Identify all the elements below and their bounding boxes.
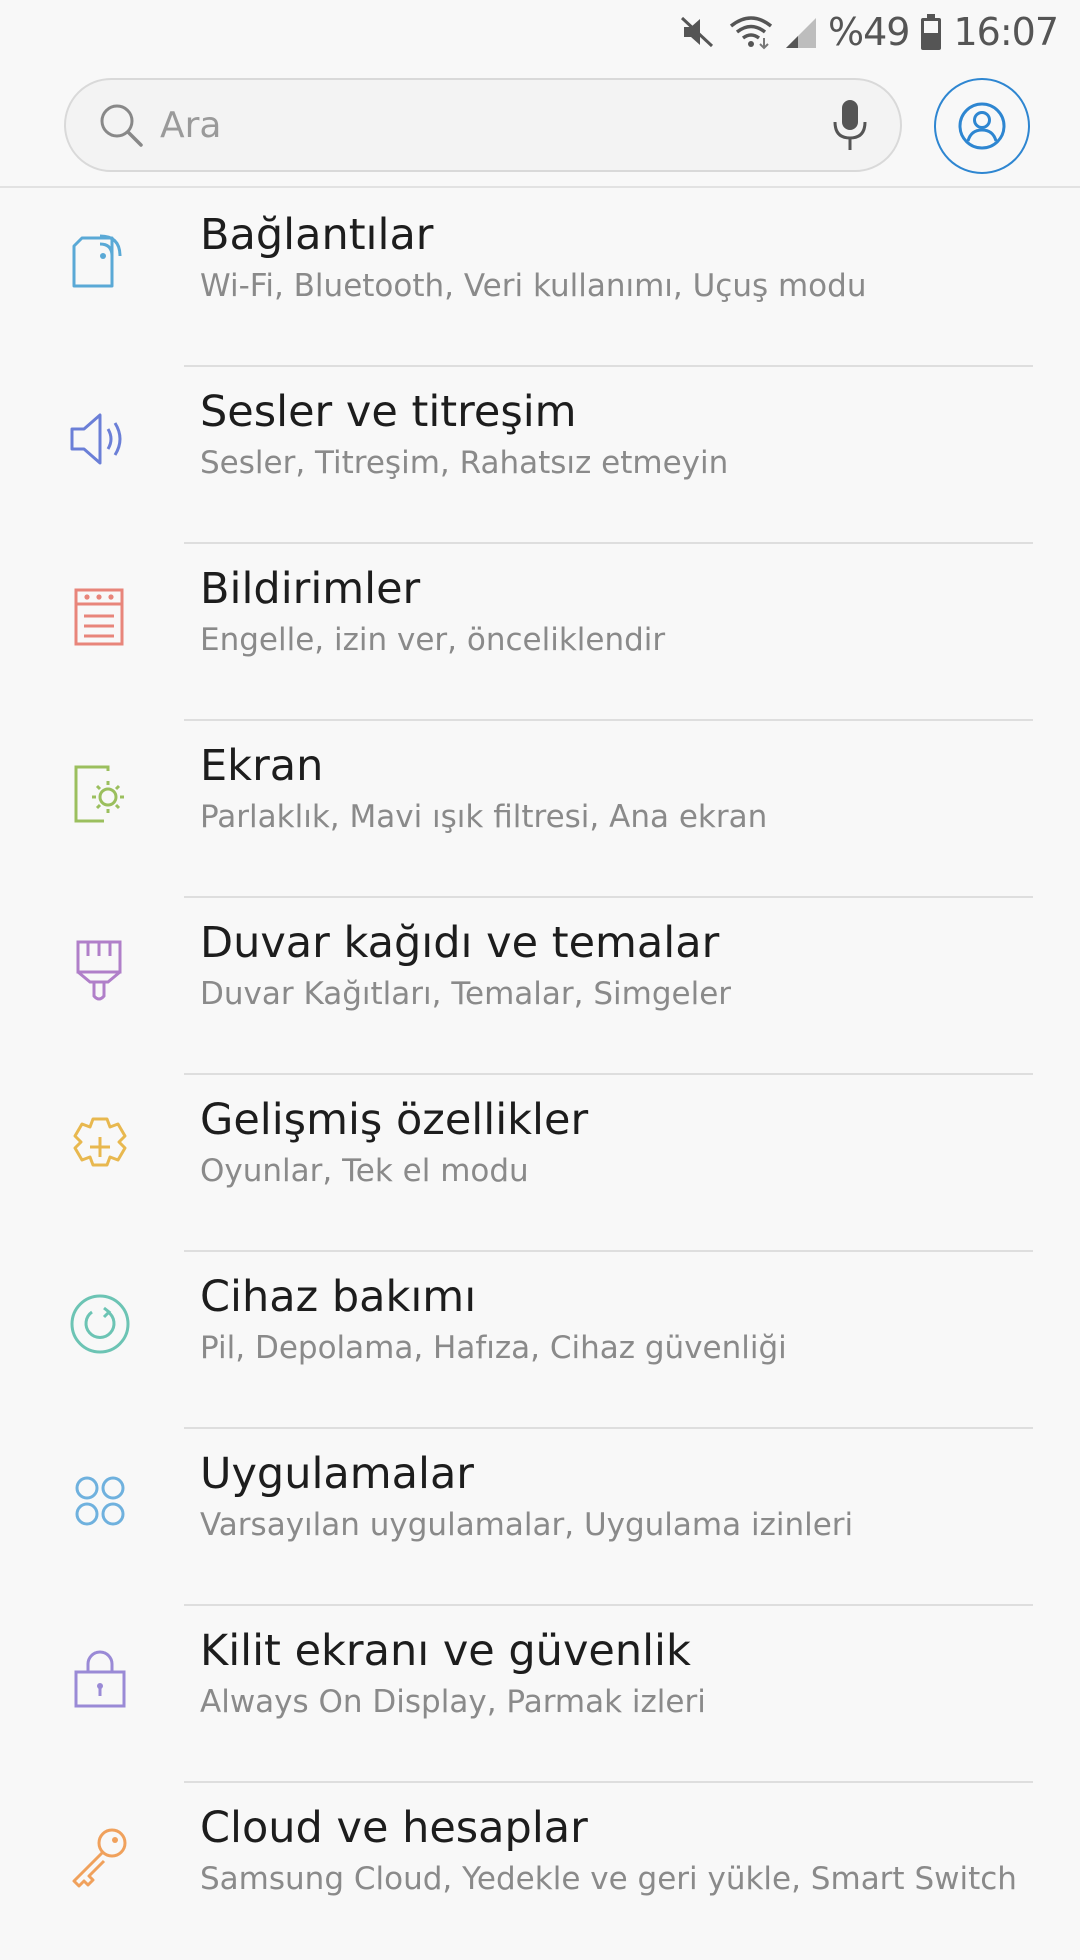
item-title: Bağlantılar bbox=[200, 210, 434, 260]
item-title: Cihaz bakımı bbox=[200, 1272, 477, 1322]
item-subtitle: Samsung Cloud, Yedekle ve geri yükle, Sm… bbox=[200, 1861, 1017, 1897]
settings-item-wallpapers[interactable]: Duvar kağıdı ve temalar Duvar Kağıtları,… bbox=[0, 898, 1080, 1075]
lock-icon bbox=[60, 1638, 140, 1718]
battery-percentage: %49 bbox=[828, 10, 910, 54]
display-brightness-icon bbox=[60, 753, 140, 833]
settings-item-cloud-accounts[interactable]: Cloud ve hesaplar Samsung Cloud, Yedekle… bbox=[0, 1783, 1080, 1960]
speaker-icon bbox=[60, 399, 140, 479]
item-title: Ekran bbox=[200, 741, 324, 791]
status-bar: %49 16:07 bbox=[0, 0, 1080, 64]
gear-plus-icon bbox=[60, 1107, 140, 1187]
signal-icon bbox=[784, 12, 818, 52]
item-title: Cloud ve hesaplar bbox=[200, 1803, 588, 1853]
battery-icon bbox=[919, 12, 943, 52]
settings-item-sounds[interactable]: Sesler ve titreşim Sesler, Titreşim, Rah… bbox=[0, 367, 1080, 544]
item-subtitle: Engelle, izin ver, önceliklendir bbox=[200, 622, 666, 658]
account-icon bbox=[957, 101, 1007, 151]
connections-icon bbox=[60, 222, 140, 302]
mute-icon bbox=[678, 12, 718, 52]
item-subtitle: Parlaklık, Mavi ışık filtresi, Ana ekran bbox=[200, 799, 768, 835]
item-title: Gelişmiş özellikler bbox=[200, 1095, 589, 1145]
item-title: Duvar kağıdı ve temalar bbox=[200, 918, 720, 968]
search-icon bbox=[98, 102, 144, 148]
item-subtitle: Duvar Kağıtları, Temalar, Simgeler bbox=[200, 976, 732, 1012]
settings-item-lock-screen[interactable]: Kilit ekranı ve güvenlik Always On Displ… bbox=[0, 1606, 1080, 1783]
settings-item-notifications[interactable]: Bildirimler Engelle, izin ver, öncelikle… bbox=[0, 544, 1080, 721]
clock: 16:07 bbox=[953, 10, 1059, 54]
search-bar-row: Ara bbox=[0, 64, 1080, 188]
paintbrush-icon bbox=[60, 930, 140, 1010]
key-icon bbox=[60, 1815, 140, 1895]
item-title: Sesler ve titreşim bbox=[200, 387, 577, 437]
item-title: Uygulamalar bbox=[200, 1449, 474, 1499]
item-subtitle: Wi-Fi, Bluetooth, Veri kullanımı, Uçuş m… bbox=[200, 268, 867, 304]
account-button[interactable] bbox=[934, 78, 1030, 174]
search-placeholder: Ara bbox=[160, 104, 222, 146]
notifications-icon bbox=[60, 576, 140, 656]
microphone-icon[interactable] bbox=[830, 98, 870, 152]
item-title: Kilit ekranı ve güvenlik bbox=[200, 1626, 691, 1676]
item-subtitle: Oyunlar, Tek el modu bbox=[200, 1153, 529, 1189]
settings-item-connections[interactable]: Bağlantılar Wi-Fi, Bluetooth, Veri kulla… bbox=[0, 190, 1080, 367]
item-subtitle: Varsayılan uygulamalar, Uygulama izinler… bbox=[200, 1507, 854, 1543]
search-input[interactable]: Ara bbox=[64, 78, 902, 172]
item-subtitle: Pil, Depolama, Hafıza, Cihaz güvenliği bbox=[200, 1330, 787, 1366]
item-subtitle: Sesler, Titreşim, Rahatsız etmeyin bbox=[200, 445, 729, 481]
wifi-icon bbox=[728, 12, 774, 52]
settings-item-apps[interactable]: Uygulamalar Varsayılan uygulamalar, Uygu… bbox=[0, 1429, 1080, 1606]
settings-item-device-care[interactable]: Cihaz bakımı Pil, Depolama, Hafıza, Ciha… bbox=[0, 1252, 1080, 1429]
settings-list: Bağlantılar Wi-Fi, Bluetooth, Veri kulla… bbox=[0, 190, 1080, 1960]
item-title: Bildirimler bbox=[200, 564, 421, 614]
settings-item-advanced-features[interactable]: Gelişmiş özellikler Oyunlar, Tek el modu bbox=[0, 1075, 1080, 1252]
device-care-icon bbox=[60, 1284, 140, 1364]
item-subtitle: Always On Display, Parmak izleri bbox=[200, 1684, 706, 1720]
apps-grid-icon bbox=[60, 1461, 140, 1541]
settings-item-display[interactable]: Ekran Parlaklık, Mavi ışık filtresi, Ana… bbox=[0, 721, 1080, 898]
